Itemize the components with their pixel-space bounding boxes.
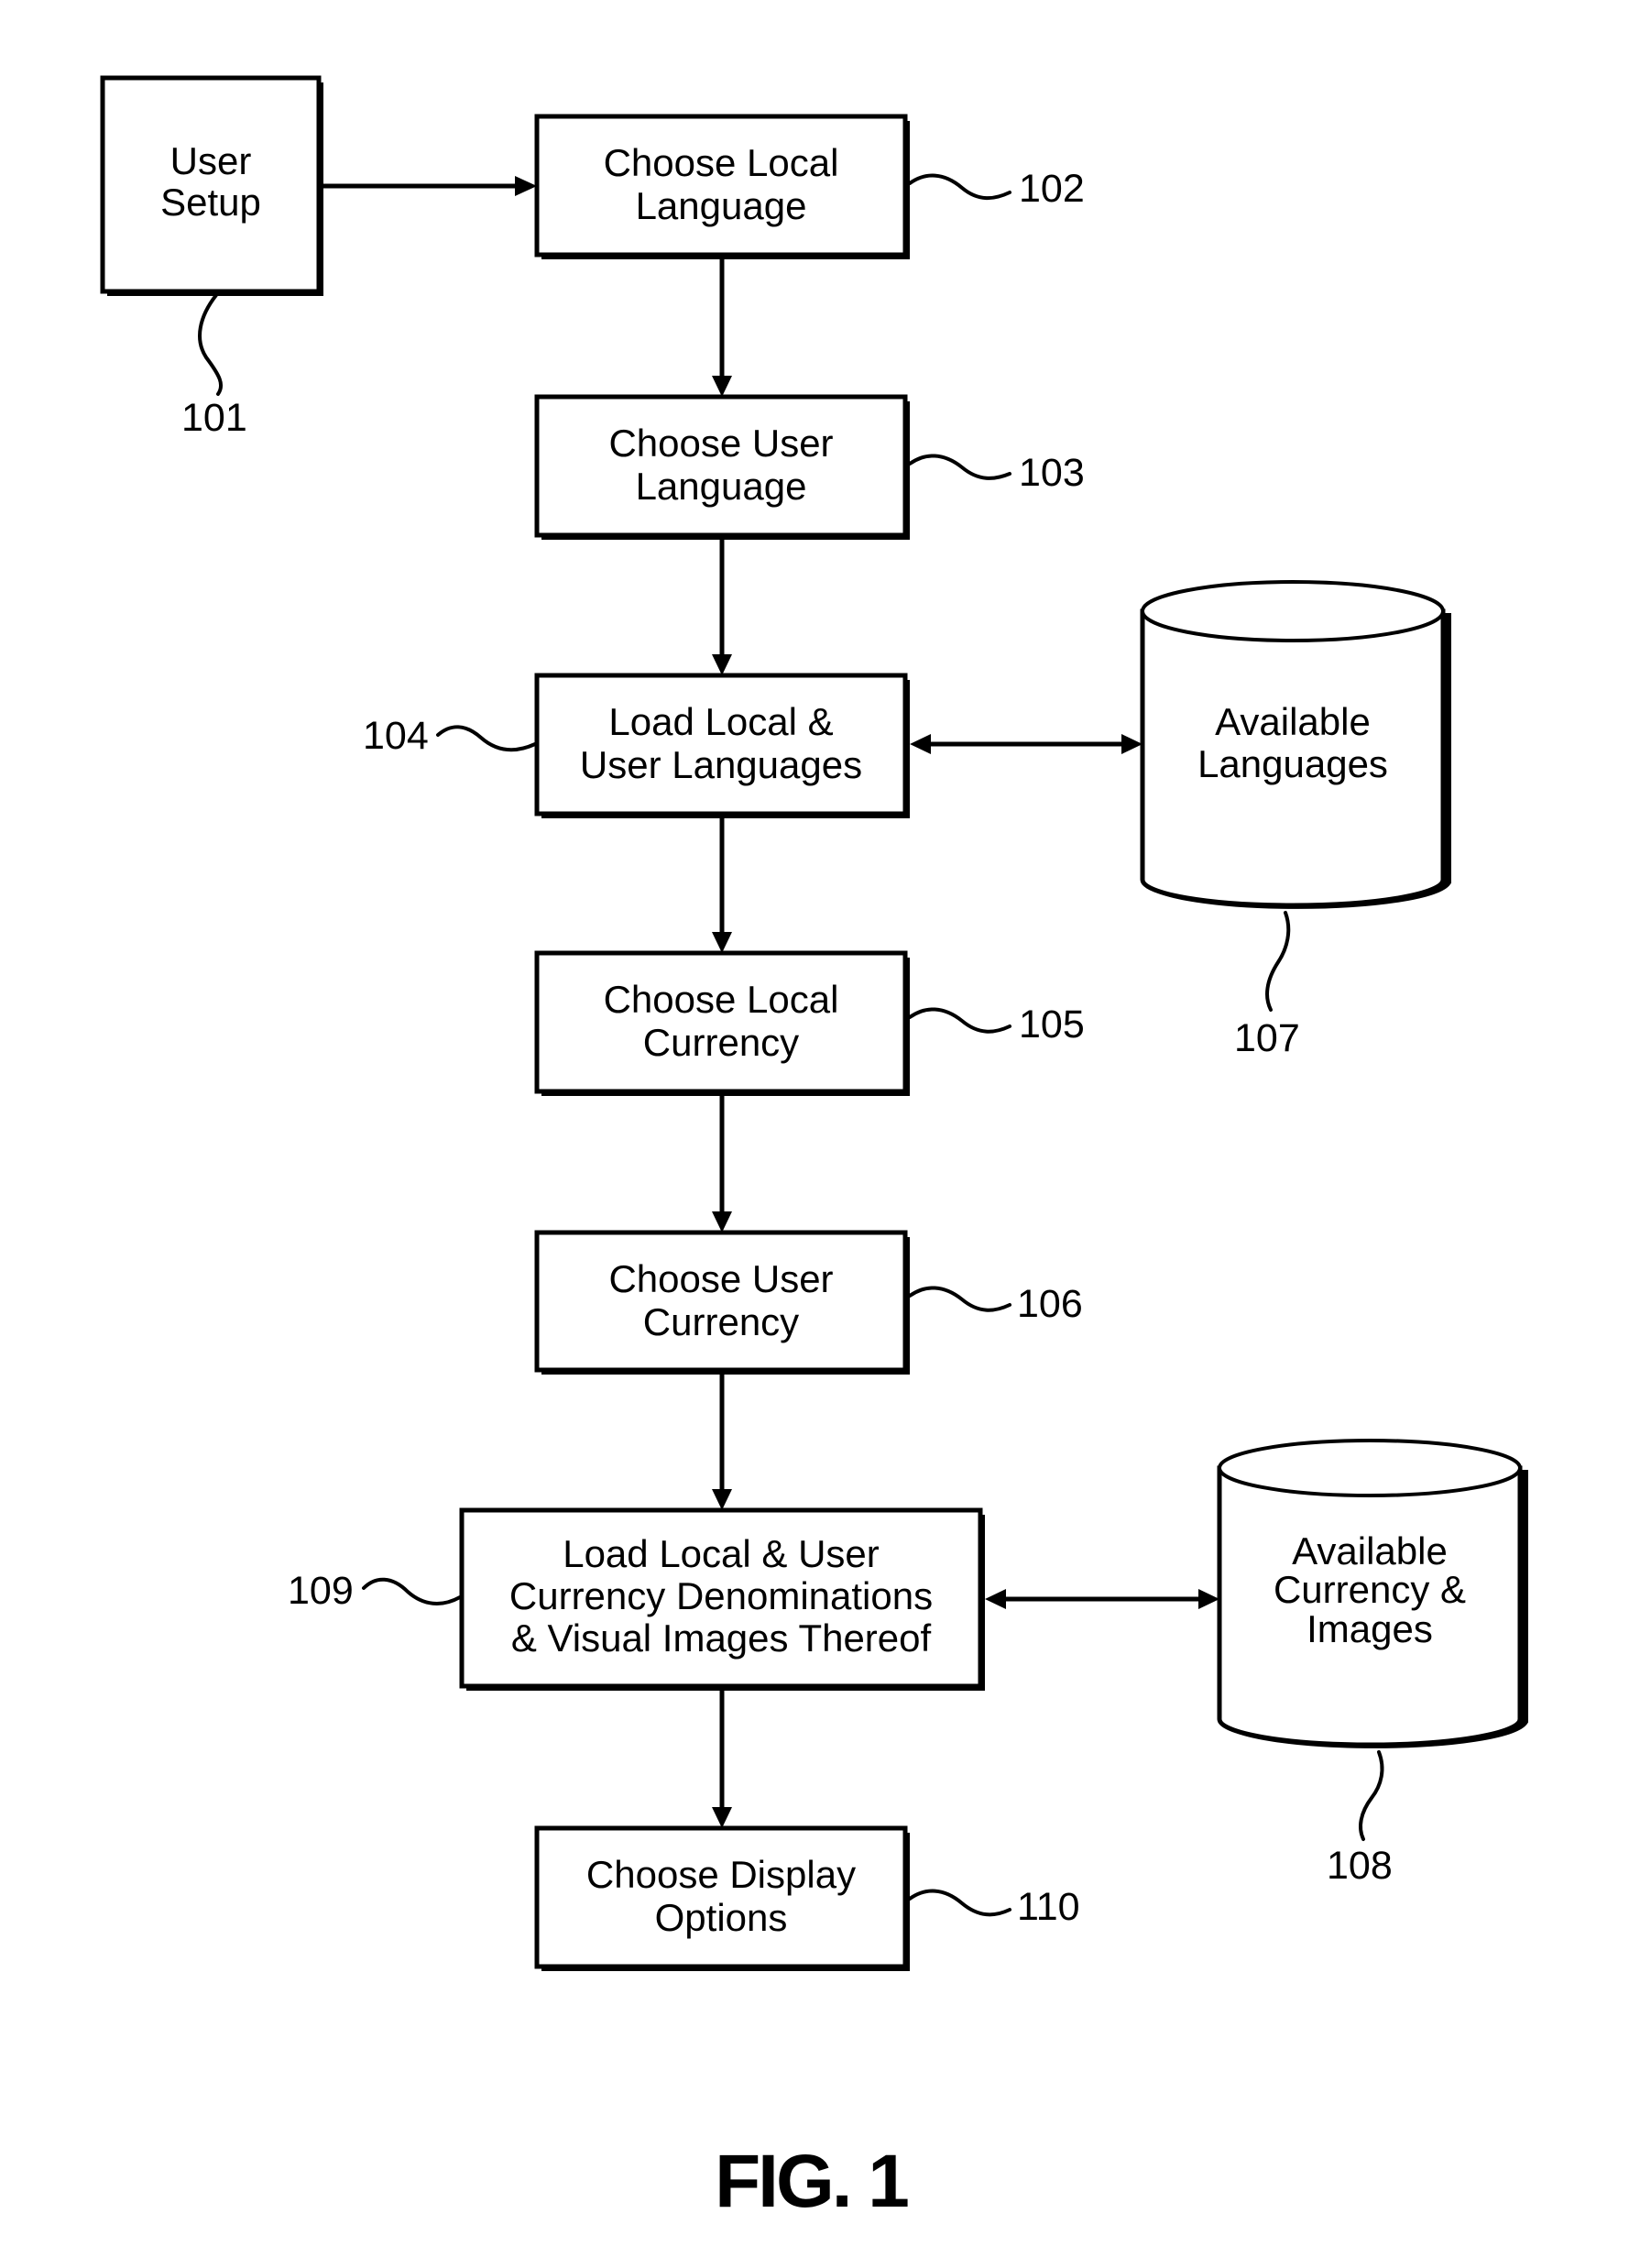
leader-109: [362, 1577, 462, 1605]
node-load-currency-denominations: Load Local & User Currency Denominations…: [459, 1507, 985, 1691]
database-available-languages: Available Languages: [1140, 580, 1451, 909]
node-label-line: & Visual Images Thereof: [511, 1616, 932, 1660]
node-label-line: User: [170, 139, 252, 182]
ref-numeral-109: 109: [288, 1569, 354, 1613]
node-label-line: Language: [636, 184, 807, 227]
edge-106-109: [712, 1375, 732, 1510]
ref-numeral-108: 108: [1327, 1844, 1393, 1888]
node-label-line: Load Local &: [608, 700, 833, 743]
flowchart-diagram: User Setup Choose Local Language Choose …: [100, 75, 1528, 2223]
leader-106: [908, 1286, 1011, 1312]
node-label-line: Options: [655, 1896, 788, 1939]
ref-numeral-101: 101: [181, 396, 247, 440]
node-label-line: Choose User: [608, 1257, 833, 1300]
node-label-line: Available: [1292, 1529, 1448, 1572]
node-load-languages: Load Local & User Languages: [534, 673, 910, 818]
node-label-line: Choose Local: [604, 141, 839, 184]
node-label-line: Currency: [643, 1300, 799, 1343]
node-label-line: Setup: [160, 181, 261, 224]
leader-102: [908, 173, 1011, 201]
node-label-line: User Languages: [580, 743, 862, 786]
edge-103-104: [712, 540, 732, 675]
arrowhead-icon: [985, 1589, 1006, 1609]
arrowhead-icon: [515, 176, 537, 196]
leader-101: [198, 293, 224, 396]
leader-107: [1265, 911, 1291, 1012]
arrowhead-icon: [1198, 1589, 1219, 1609]
node-label-line: Choose Display: [586, 1853, 856, 1896]
edge-109-110: [712, 1691, 732, 1828]
node-label-line: Language: [636, 465, 807, 508]
leader-108: [1359, 1750, 1384, 1841]
arrowhead-icon: [712, 1489, 732, 1510]
node-label-line: Languages: [1197, 742, 1388, 785]
arrowhead-icon: [712, 932, 732, 953]
ref-numeral-104: 104: [363, 714, 429, 758]
node-label-line: Images: [1307, 1607, 1433, 1650]
edge-102-103: [712, 259, 732, 397]
node-label-line: Load Local & User: [563, 1532, 880, 1575]
node-label-line: Currency: [643, 1021, 799, 1064]
edge-101-102: [321, 176, 537, 196]
ref-numeral-102: 102: [1019, 167, 1085, 211]
edge-104-105: [712, 818, 732, 953]
leader-105: [908, 1007, 1011, 1034]
leader-103: [908, 454, 1011, 480]
node-user-setup: User Setup: [100, 75, 323, 296]
edge-105-106: [712, 1096, 732, 1233]
node-choose-local-language: Choose Local Language: [534, 114, 910, 259]
arrowhead-icon: [910, 734, 931, 754]
arrowhead-icon: [712, 1807, 732, 1828]
node-choose-display-options: Choose Display Options: [534, 1825, 910, 1971]
node-label-line: Currency Denominations: [509, 1574, 933, 1617]
arrowhead-icon: [712, 654, 732, 675]
node-label-line: Available: [1215, 700, 1371, 743]
node-choose-user-language: Choose User Language: [534, 394, 910, 540]
ref-numeral-105: 105: [1019, 1003, 1085, 1046]
node-choose-local-currency: Choose Local Currency: [534, 950, 910, 1096]
leader-110: [908, 1889, 1011, 1917]
edge-104-107: [910, 734, 1143, 754]
ref-numeral-103: 103: [1019, 451, 1085, 495]
arrowhead-icon: [712, 1211, 732, 1233]
ref-numeral-106: 106: [1017, 1282, 1083, 1326]
arrowhead-icon: [712, 376, 732, 397]
ref-numeral-107: 107: [1234, 1016, 1300, 1060]
arrowhead-icon: [1121, 734, 1143, 754]
node-label-line: Currency &: [1274, 1568, 1466, 1611]
leader-104: [436, 725, 537, 752]
node-label-line: Choose User: [608, 422, 833, 465]
figure-caption: FIG. 1: [715, 2140, 908, 2223]
node-choose-user-currency: Choose User Currency: [534, 1230, 910, 1375]
ref-numeral-110: 110: [1017, 1885, 1080, 1929]
database-available-currency-images: Available Currency & Images: [1217, 1439, 1528, 1748]
edge-109-108: [985, 1589, 1219, 1609]
node-label-line: Choose Local: [604, 978, 839, 1021]
